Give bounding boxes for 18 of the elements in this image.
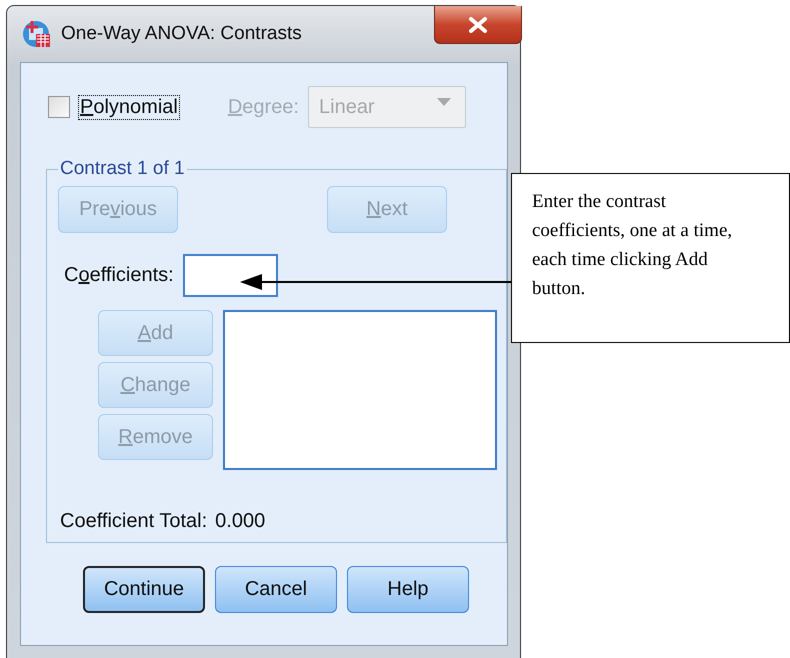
field-label: Degree: <box>228 96 299 118</box>
checkbox-label[interactable]: Polynomial <box>78 94 180 120</box>
dialog-button[interactable]: Cancel <box>215 566 337 613</box>
caret-icon <box>437 98 451 106</box>
dialog-button[interactable]: Continue <box>83 566 205 613</box>
list-box[interactable] <box>223 310 497 470</box>
close-icon <box>468 16 488 32</box>
checkbox[interactable] <box>48 96 70 118</box>
table-icon <box>22 19 52 49</box>
field-label: Coefficients: <box>64 264 174 287</box>
input-field[interactable] <box>182 254 278 297</box>
close-button[interactable] <box>434 6 522 44</box>
group-title: Contrast 1 of 1 <box>59 158 186 180</box>
dialog-button[interactable]: Help <box>347 566 469 613</box>
total-value: 0.000 <box>215 510 266 533</box>
window-title: One-Way ANOVA: Contrasts <box>61 23 302 45</box>
callout-text: Enter the contrast coefficients, one at a time, each time clicking Add button. <box>532 190 734 301</box>
total-label: Coefficient Total: <box>60 510 208 533</box>
